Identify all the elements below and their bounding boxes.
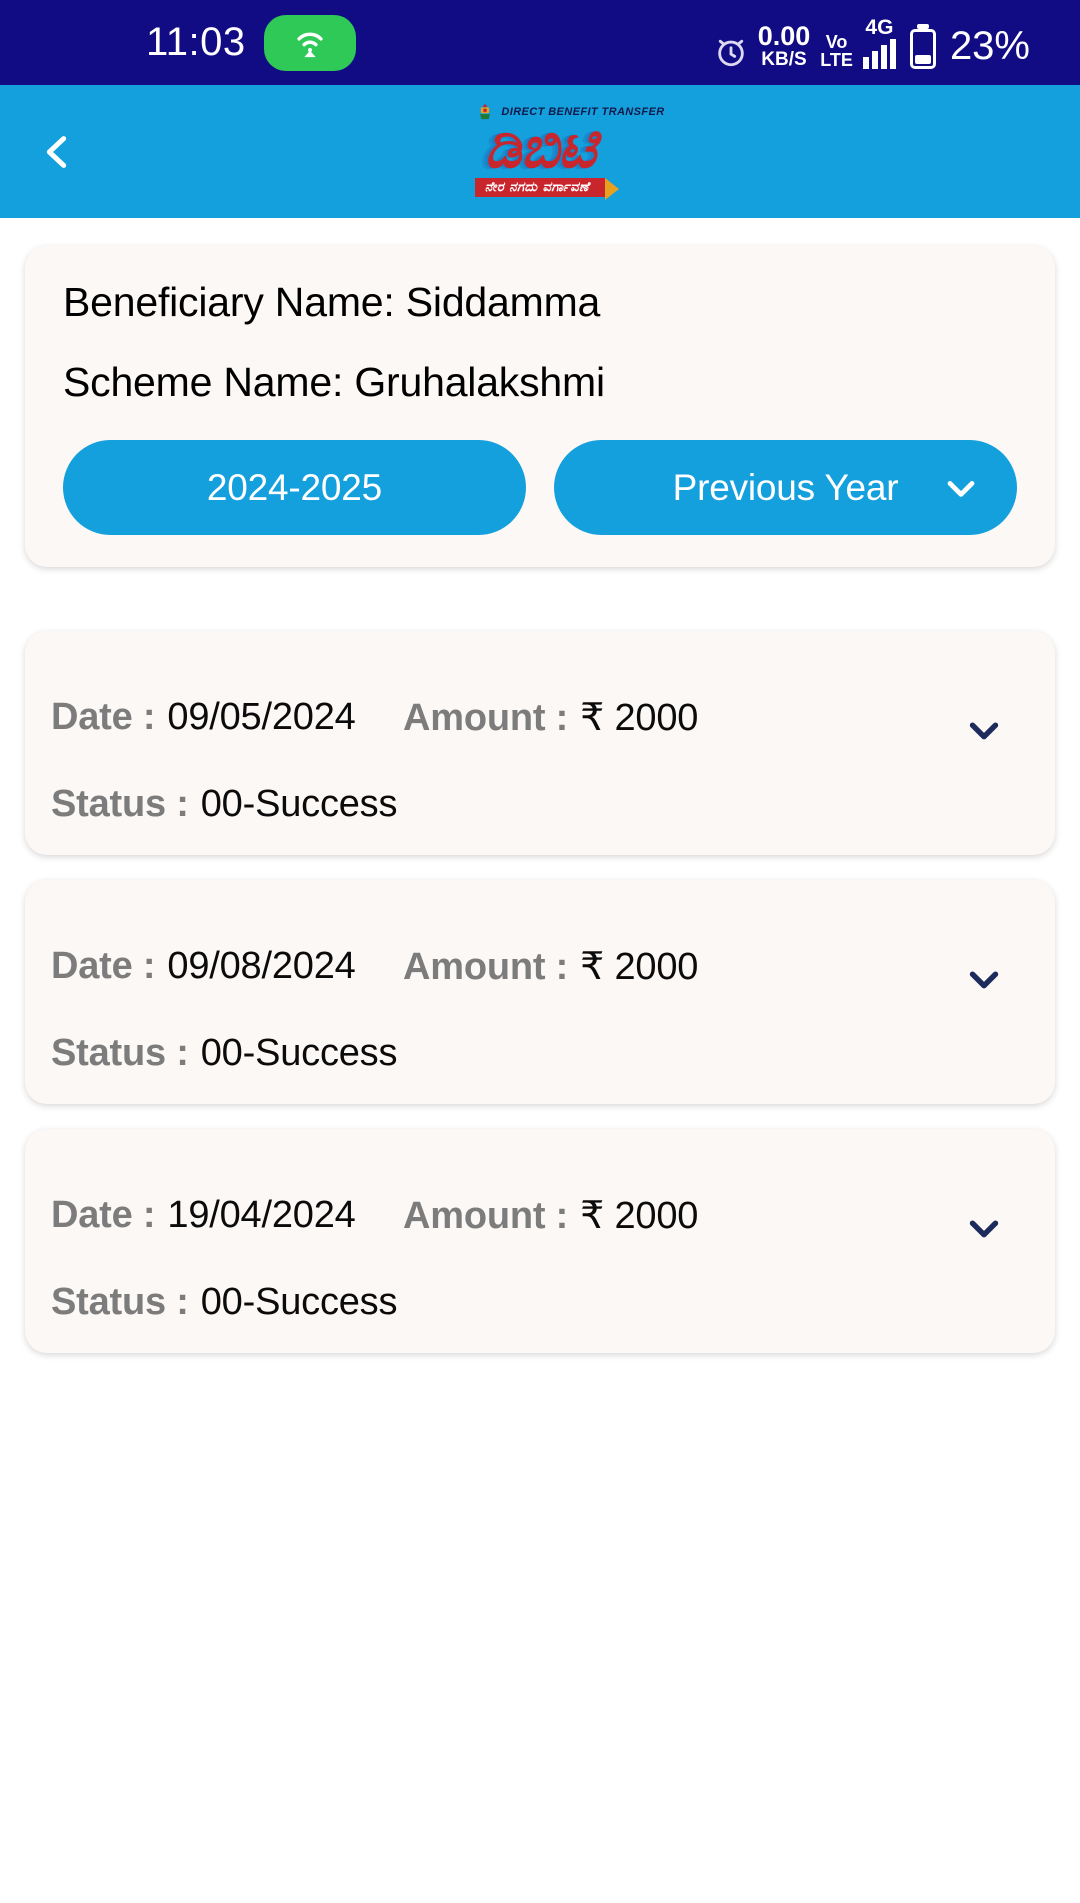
karnataka-emblem-icon — [475, 102, 495, 122]
previous-year-dropdown[interactable]: Previous Year — [554, 440, 1017, 535]
dbt-logo: DIRECT BENEFIT TRANSFER ಡಿಬಿಟಿ ನೇರ ನಗದು … — [390, 89, 690, 209]
network-speed-unit: KB/S — [761, 48, 807, 70]
network-speed-indicator: 0.00 KB/S — [757, 20, 811, 70]
dbt-logo-tagline: ನೇರ ನಗದು ವರ್ಗಾವಣೆ — [474, 177, 620, 200]
transaction-summary-row: Date : 19/04/2024 Amount : ₹ 2000 — [51, 1129, 1029, 1238]
transaction-status-row: Status : 00-Success — [51, 1032, 1029, 1075]
transaction-list: Date : 09/05/2024 Amount : ₹ 2000 Status… — [25, 631, 1055, 1353]
beneficiary-info-card: Beneficiary Name: Siddamma Scheme Name: … — [25, 246, 1055, 567]
date-value: 19/04/2024 — [167, 1194, 356, 1236]
transaction-date-group: Date : 09/05/2024 — [51, 696, 403, 739]
mobile-signal-indicator: 4G — [862, 15, 896, 69]
beneficiary-name-text: Beneficiary Name: Siddamma — [63, 279, 601, 325]
chevron-down-icon[interactable] — [961, 956, 1007, 1002]
status-label: Status : — [51, 783, 189, 825]
date-label: Date : — [51, 945, 156, 987]
table-row[interactable]: Date : 09/05/2024 Amount : ₹ 2000 Status… — [25, 631, 1055, 855]
status-value: 00-Success — [200, 1281, 398, 1323]
status-value: 00-Success — [200, 783, 398, 825]
dbt-logo-text: ಡಿಬಿಟಿ — [484, 112, 596, 181]
amount-value: ₹ 2000 — [580, 1195, 699, 1237]
transaction-status-row: Status : 00-Success — [51, 1281, 1029, 1324]
transaction-amount-group: Amount : ₹ 2000 — [403, 944, 698, 989]
year-filter-row: 2024-2025 Previous Year — [63, 440, 1017, 535]
amount-value: ₹ 2000 — [580, 697, 699, 739]
table-row[interactable]: Date : 09/08/2024 Amount : ₹ 2000 Status… — [25, 880, 1055, 1104]
date-value: 09/05/2024 — [167, 696, 356, 738]
previous-year-label: Previous Year — [672, 466, 899, 508]
volte-label-top: Vo — [825, 31, 848, 52]
status-bar: 11:03 0.00 KB/S Vo LTE 4G 23% — [0, 0, 1080, 85]
battery-icon — [909, 28, 936, 69]
amount-label: Amount : — [403, 697, 569, 739]
status-value: 00-Success — [200, 1032, 398, 1074]
scheme-name-text: Scheme Name: Gruhalakshmi — [63, 359, 605, 405]
transaction-summary-row: Date : 09/08/2024 Amount : ₹ 2000 — [51, 880, 1029, 989]
transaction-status-row: Status : 00-Success — [51, 783, 1029, 826]
amount-value: ₹ 2000 — [580, 946, 699, 988]
transaction-amount-group: Amount : ₹ 2000 — [403, 1193, 698, 1238]
transaction-amount-group: Amount : ₹ 2000 — [403, 695, 698, 740]
current-year-button[interactable]: 2024-2025 — [63, 440, 526, 535]
back-chevron-icon[interactable] — [22, 117, 92, 187]
app-header: DIRECT BENEFIT TRANSFER ಡಿಬಿಟಿ ನೇರ ನಗದು … — [0, 85, 1080, 218]
status-bar-clock: 11:03 — [146, 20, 246, 64]
date-label: Date : — [51, 696, 156, 738]
volte-indicator: Vo LTE — [820, 33, 853, 69]
chevron-down-icon[interactable] — [961, 1205, 1007, 1251]
transaction-date-group: Date : 09/08/2024 — [51, 945, 403, 988]
amount-label: Amount : — [403, 946, 569, 988]
alarm-clock-icon — [714, 35, 748, 69]
table-row[interactable]: Date : 19/04/2024 Amount : ₹ 2000 Status… — [25, 1129, 1055, 1353]
chevron-down-icon — [939, 466, 983, 510]
transaction-date-group: Date : 19/04/2024 — [51, 1194, 403, 1237]
amount-label: Amount : — [403, 1195, 569, 1237]
status-bar-left: 11:03 — [146, 14, 356, 71]
wifi-hotspot-icon — [263, 14, 356, 71]
network-type-label: 4G — [865, 15, 894, 39]
volte-label-bottom: LTE — [820, 49, 853, 70]
transaction-summary-row: Date : 09/05/2024 Amount : ₹ 2000 — [51, 631, 1029, 740]
battery-percent-label: 23% — [949, 23, 1030, 68]
status-bar-right: 0.00 KB/S Vo LTE 4G 23% — [714, 17, 1030, 69]
status-label: Status : — [51, 1281, 189, 1323]
date-label: Date : — [51, 1194, 156, 1236]
signal-bars-icon — [862, 38, 896, 69]
chevron-down-icon[interactable] — [961, 707, 1007, 753]
status-label: Status : — [51, 1032, 189, 1074]
page-content: Beneficiary Name: Siddamma Scheme Name: … — [0, 246, 1080, 1353]
date-value: 09/08/2024 — [167, 945, 356, 987]
network-speed-value: 0.00 — [757, 20, 811, 51]
